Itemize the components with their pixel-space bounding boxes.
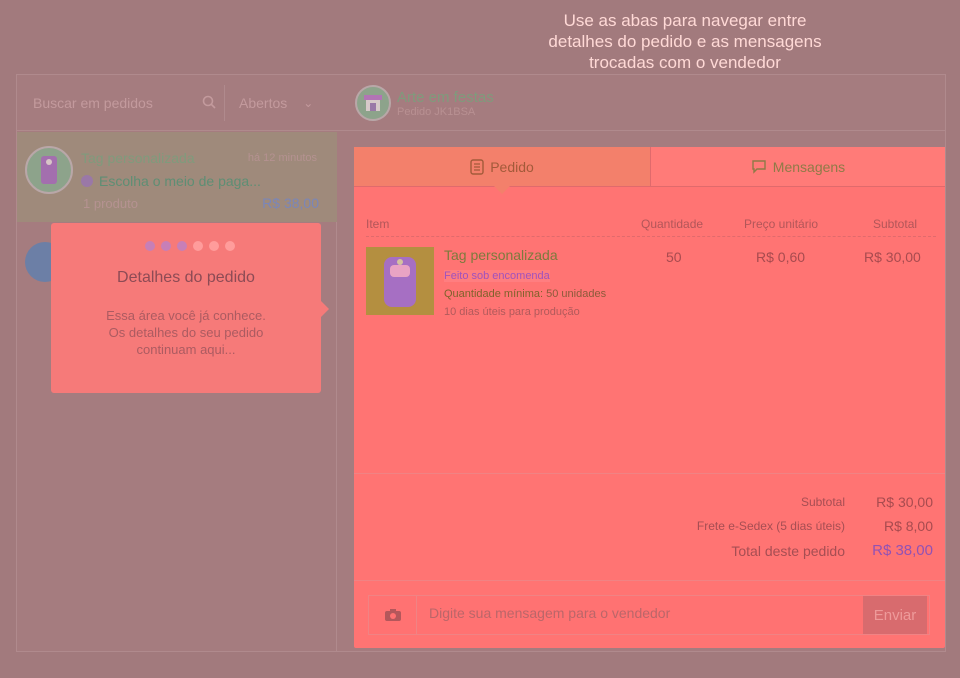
step-dot [193, 241, 203, 251]
shipping-label: Frete e-Sedex (5 dias úteis) [696, 519, 845, 533]
shipping-value: R$ 8,00 [883, 518, 933, 534]
tab-messages[interactable]: Mensagens [650, 147, 945, 187]
col-subtotal: Subtotal [873, 217, 918, 231]
search-box[interactable] [25, 85, 225, 121]
status-filter-select[interactable]: Abertos ⌄ [239, 85, 339, 121]
product-thumbnail[interactable] [366, 247, 434, 315]
status-filter-value: Abertos [239, 95, 288, 111]
vendor-name[interactable]: Arte em festas [397, 89, 494, 106]
col-unit-price: Preço unitário [744, 217, 819, 231]
minimum-quantity-label: Quantidade mínima: [444, 288, 544, 300]
order-code: Pedido JK1BSA [397, 105, 476, 118]
vendor-header: Arte em festas Pedido JK1BSA [355, 85, 494, 121]
order-totals: Subtotal R$ 30,00 Frete e-Sedex (5 dias … [354, 473, 945, 581]
totals-subtotal: Subtotal R$ 30,00 [801, 494, 933, 510]
step-dot [161, 241, 171, 251]
send-button[interactable]: Enviar [863, 596, 927, 634]
search-icon[interactable] [202, 95, 216, 109]
annotation-line: detalhes do pedido e as mensagens [548, 32, 822, 51]
store-icon [364, 95, 382, 111]
tooltip-line: continuam aqui... [136, 342, 236, 357]
search-input[interactable] [33, 95, 193, 111]
order-product-count: 1 produto [83, 196, 138, 211]
total-value: R$ 38,00 [872, 542, 933, 559]
made-to-order-badge: Feito sob encomenda [444, 270, 550, 282]
table-row: Tag personalizada Feito sob encomenda Qu… [366, 247, 936, 327]
totals-shipping: Frete e-Sedex (5 dias úteis) R$ 8,00 [697, 518, 933, 534]
tooltip-title: Detalhes do pedido [117, 269, 255, 286]
col-item: Item [366, 217, 390, 231]
step-indicator [145, 241, 241, 251]
step-dot [177, 241, 187, 251]
step-dot [209, 241, 219, 251]
items-table-header: Item Quantidade Preço unitário Subtotal [366, 217, 936, 237]
col-quantity: Quantidade [641, 217, 704, 231]
order-last-message: Escolha o meio de paga... [81, 173, 261, 189]
product-tag-icon [41, 156, 57, 184]
chat-bubble-icon [752, 160, 766, 174]
avatar [25, 146, 73, 194]
annotation-line: trocadas com o vendedor [589, 53, 781, 72]
onboarding-annotation: Use as abas para navegar entre detalhes … [470, 10, 900, 73]
production-time: 10 dias úteis para produção [444, 306, 580, 318]
attach-photo-button[interactable] [369, 596, 417, 634]
chevron-down-icon: ⌄ [303, 96, 314, 110]
step-dot [225, 241, 235, 251]
total-label: Total deste pedido [731, 542, 845, 559]
document-list-icon [470, 158, 484, 175]
order-title: Tag personalizada [81, 150, 195, 166]
panel-tabs: Pedido Mensagens [354, 147, 945, 194]
step-dot [145, 241, 155, 251]
order-message-text: Escolha o meio de paga... [99, 173, 261, 189]
minimum-quantity-value: 50 unidades [546, 288, 607, 300]
tooltip-line: Essa área você já conhece. [106, 308, 266, 323]
item-unit-price: R$ 0,60 [756, 249, 806, 265]
tooltip-line: Os detalhes do seu pedido [108, 325, 264, 340]
tab-order-label: Pedido [490, 158, 534, 175]
onboarding-tooltip: Detalhes do pedido Essa área você já con… [51, 223, 329, 393]
subtotal-value: R$ 30,00 [876, 494, 933, 510]
order-price: R$ 38,00 [262, 195, 319, 211]
message-input[interactable] [429, 605, 849, 621]
totals-total: Total deste pedido R$ 38,00 [731, 542, 933, 559]
item-subtotal: R$ 30,00 [864, 249, 921, 265]
list-item[interactable]: Tag personalizada há 12 minutos Escolha … [17, 132, 337, 222]
minimum-quantity: Quantidade mínima: 50 unidades [444, 288, 606, 300]
subtotal-label: Subtotal [800, 495, 845, 509]
order-time: há 12 minutos [247, 152, 317, 164]
camera-icon [384, 609, 401, 621]
product-name[interactable]: Tag personalizada [444, 247, 558, 263]
tooltip-body: Essa área você já conhece. Os detalhes d… [71, 307, 301, 358]
message-composer: Enviar [368, 595, 930, 635]
tab-order[interactable]: Pedido [354, 147, 650, 194]
message-avatar-icon [81, 175, 93, 187]
annotation-line: Use as abas para navegar entre [563, 11, 807, 30]
tab-messages-label: Mensagens [772, 158, 846, 175]
vendor-avatar [355, 85, 391, 121]
top-bar: Abertos ⌄ Arte em festas Pedido JK1BSA [17, 75, 945, 131]
item-quantity: 50 [666, 249, 682, 265]
order-detail-panel: Pedido Mensagens Item Quantidade Preço u… [354, 147, 945, 648]
product-tag-icon [384, 257, 416, 307]
